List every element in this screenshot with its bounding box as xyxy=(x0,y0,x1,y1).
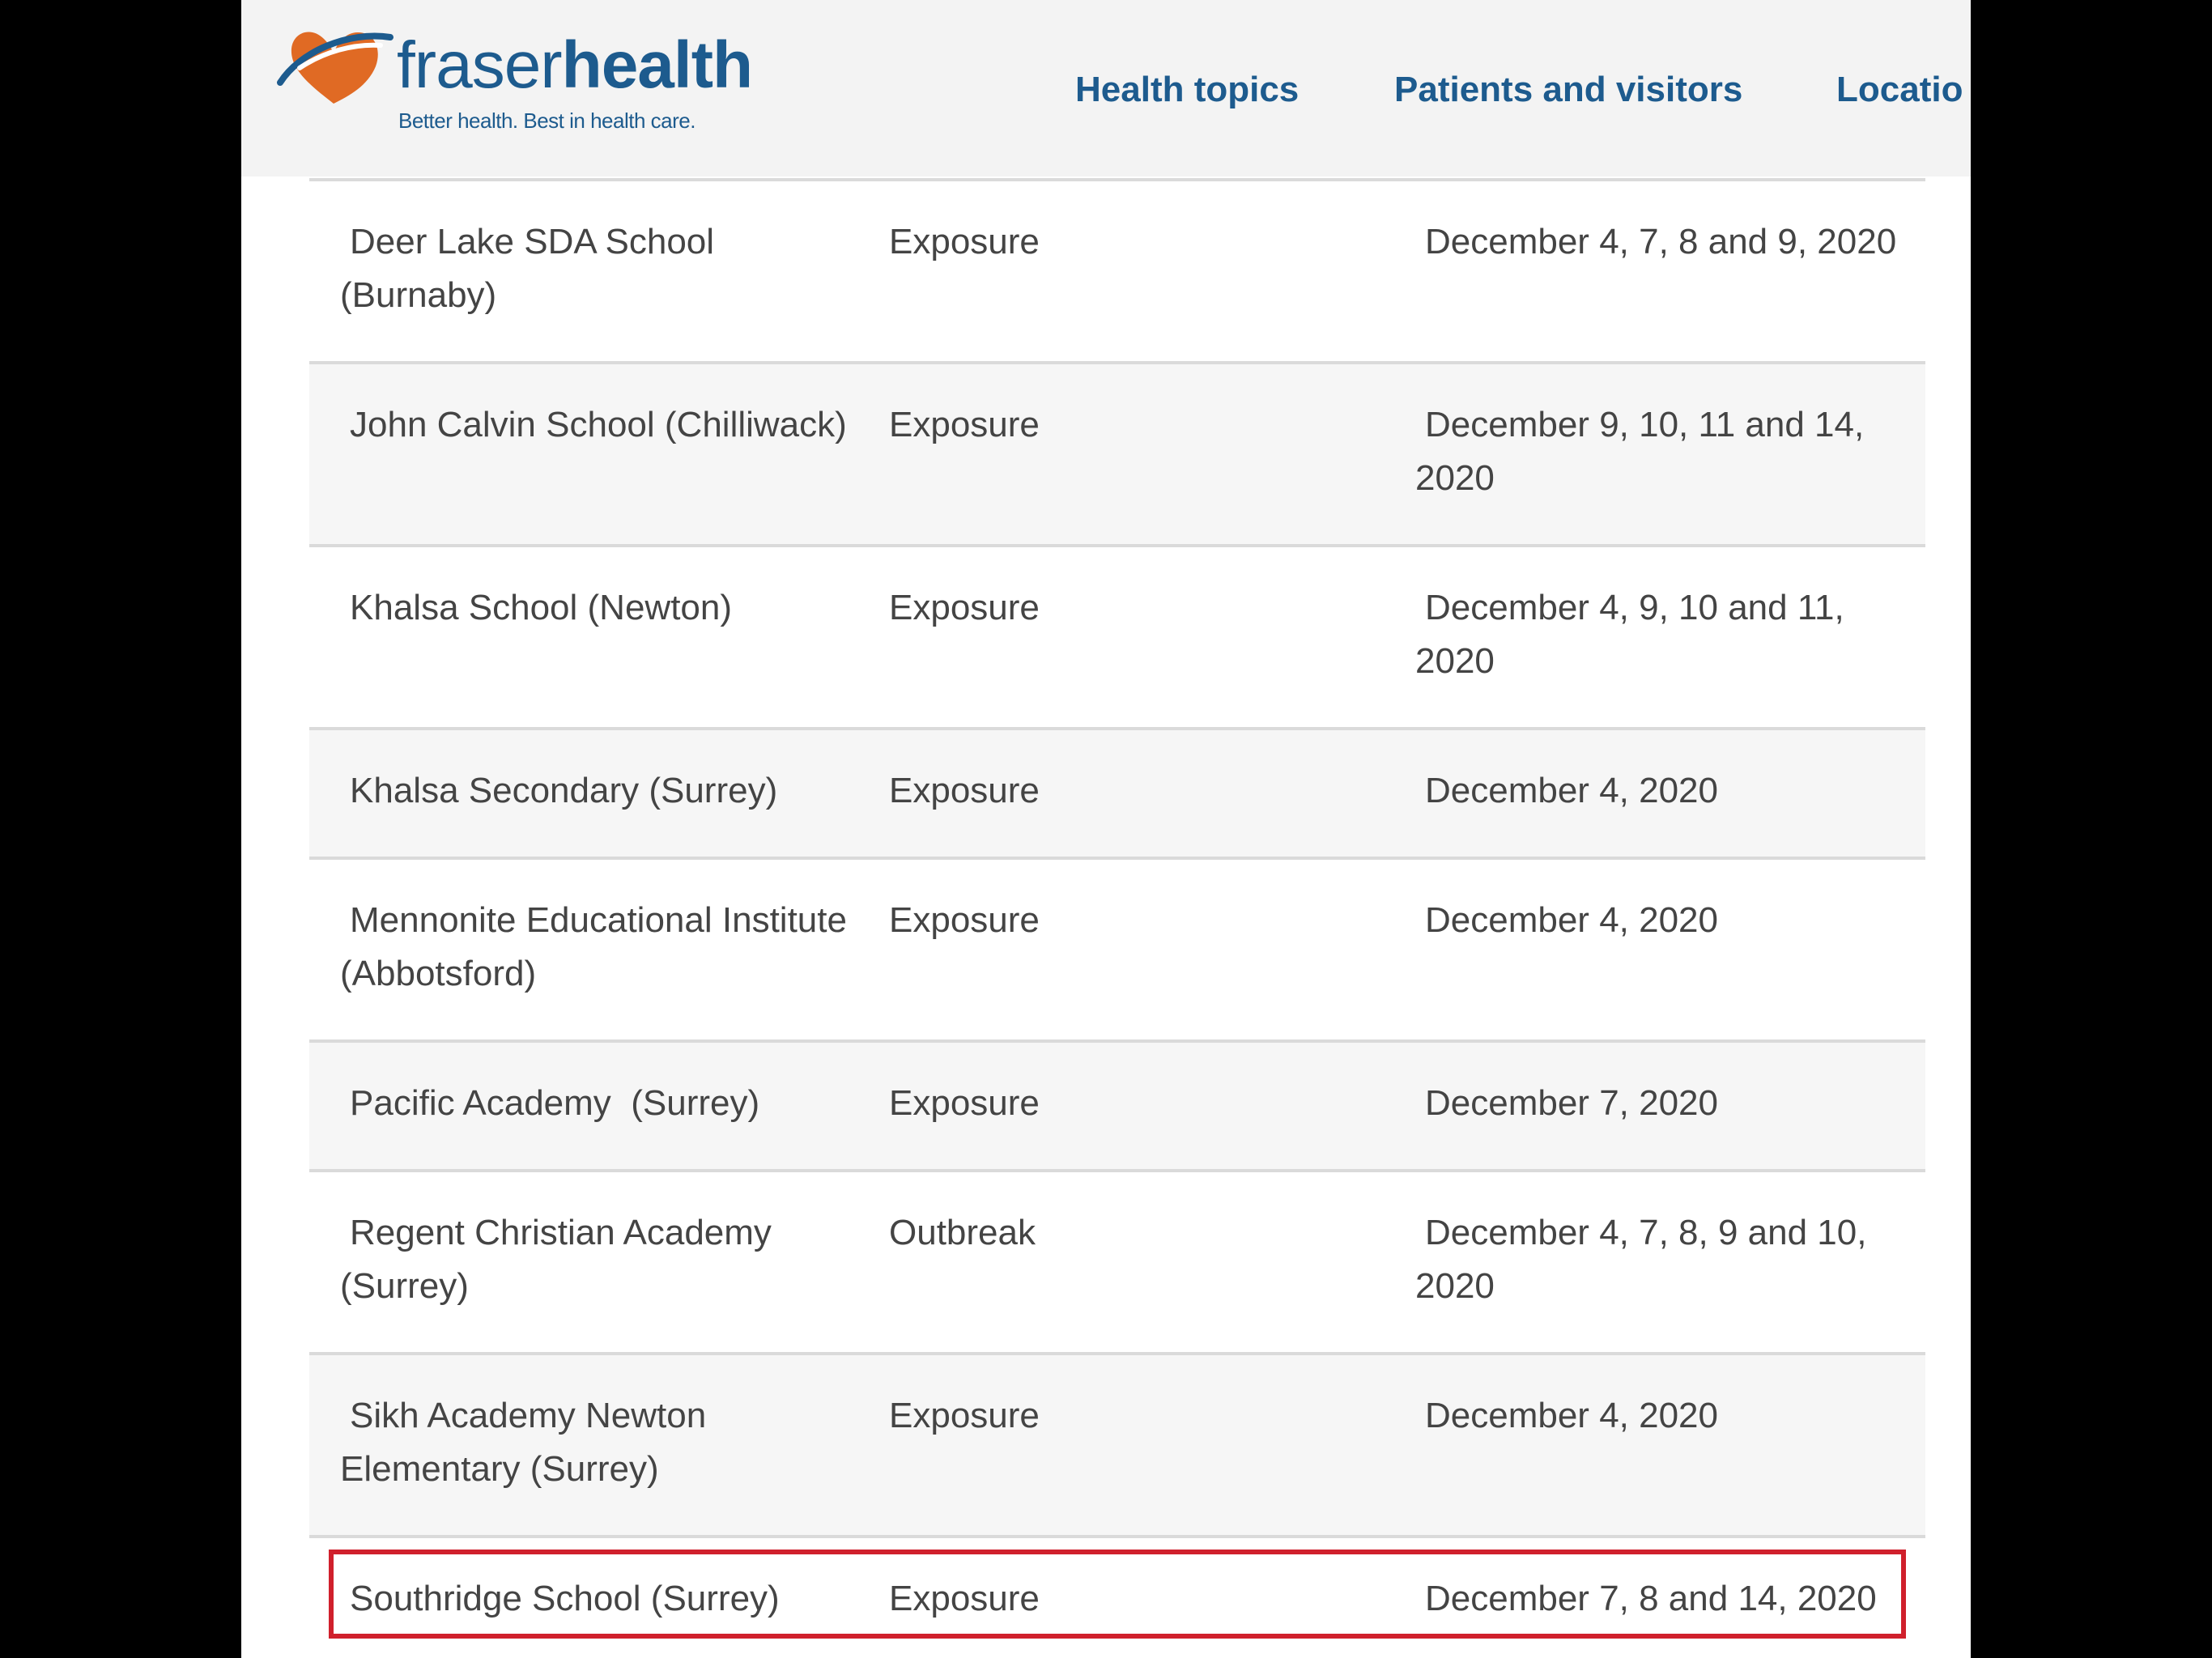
exposure-status: Exposure xyxy=(889,1396,1040,1435)
school-exposure-table: Deer Lake SDA School (Burnaby) Exposure … xyxy=(309,178,1925,1658)
exposure-dates: December 4, 7, 8 and 9, 2020 xyxy=(1425,222,1897,261)
school-name: Sikh Academy Newton Elementary (Surrey) xyxy=(340,1396,707,1489)
nav-patients-and-visitors[interactable]: Patients and visitors xyxy=(1394,70,1742,110)
table-row: Khalsa School (Newton) Exposure December… xyxy=(309,544,1925,727)
exposure-dates: December 7, 8 and 14, 2020 xyxy=(1425,1579,1877,1618)
exposure-status: Exposure xyxy=(889,405,1040,444)
exposure-dates: December 4, 9, 10 and 11, 2020 xyxy=(1415,588,1844,681)
school-name: Southridge School (Surrey) xyxy=(350,1579,780,1618)
school-name: Deer Lake SDA School (Burnaby) xyxy=(340,222,715,315)
exposure-status: Exposure xyxy=(889,1579,1040,1618)
exposure-dates: December 4, 2020 xyxy=(1425,1396,1718,1435)
exposure-dates: December 9, 10, 11 and 14, 2020 xyxy=(1415,405,1865,498)
exposure-dates: December 7, 2020 xyxy=(1425,1083,1718,1123)
exposure-dates: December 4, 2020 xyxy=(1425,771,1718,810)
school-name: Mennonite Educational Institute (Abbotsf… xyxy=(340,900,847,993)
exposure-status: Exposure xyxy=(889,588,1040,627)
school-name: Khalsa Secondary (Surrey) xyxy=(350,771,778,810)
table-row: Deer Lake SDA School (Burnaby) Exposure … xyxy=(309,178,1925,361)
page: fraserhealth Better health. Best in heal… xyxy=(241,0,1971,1658)
nav-locations[interactable]: Locatio xyxy=(1836,70,1963,110)
school-name: Khalsa School (Newton) xyxy=(350,588,733,627)
nav-health-topics[interactable]: Health topics xyxy=(1075,70,1299,110)
table-row: John Calvin School (Chilliwack) Exposure… xyxy=(309,361,1925,544)
outbreak-status: Outbreak xyxy=(889,1213,1036,1252)
table-row: Sikh Academy Newton Elementary (Surrey) … xyxy=(309,1352,1925,1535)
table-row: Pacific Academy (Surrey) Exposure Decemb… xyxy=(309,1039,1925,1169)
heart-logo-icon xyxy=(277,32,393,104)
table-row: Khalsa Secondary (Surrey) Exposure Decem… xyxy=(309,727,1925,857)
table-row-highlighted: Southridge School (Surrey) Exposure Dece… xyxy=(309,1535,1925,1658)
school-name: John Calvin School (Chilliwack) xyxy=(350,405,847,444)
school-name: Regent Christian Academy (Surrey) xyxy=(340,1213,772,1306)
site-header: fraserhealth Better health. Best in heal… xyxy=(241,0,1971,176)
table-row: Mennonite Educational Institute (Abbotsf… xyxy=(309,857,1925,1039)
logo-tagline: Better health. Best in health care. xyxy=(398,108,696,133)
logo-wordmark: fraserhealth xyxy=(397,28,753,102)
exposure-status: Exposure xyxy=(889,222,1040,261)
exposure-status: Exposure xyxy=(889,771,1040,810)
school-name: Pacific Academy (Surrey) xyxy=(350,1083,760,1123)
exposure-status: Exposure xyxy=(889,1083,1040,1123)
fraser-health-logo[interactable]: fraserhealth Better health. Best in heal… xyxy=(275,19,753,141)
table-row: Regent Christian Academy (Surrey) Outbre… xyxy=(309,1169,1925,1352)
exposure-dates: December 4, 7, 8, 9 and 10, 2020 xyxy=(1415,1213,1867,1306)
exposure-status: Exposure xyxy=(889,900,1040,940)
exposure-dates: December 4, 2020 xyxy=(1425,900,1718,940)
